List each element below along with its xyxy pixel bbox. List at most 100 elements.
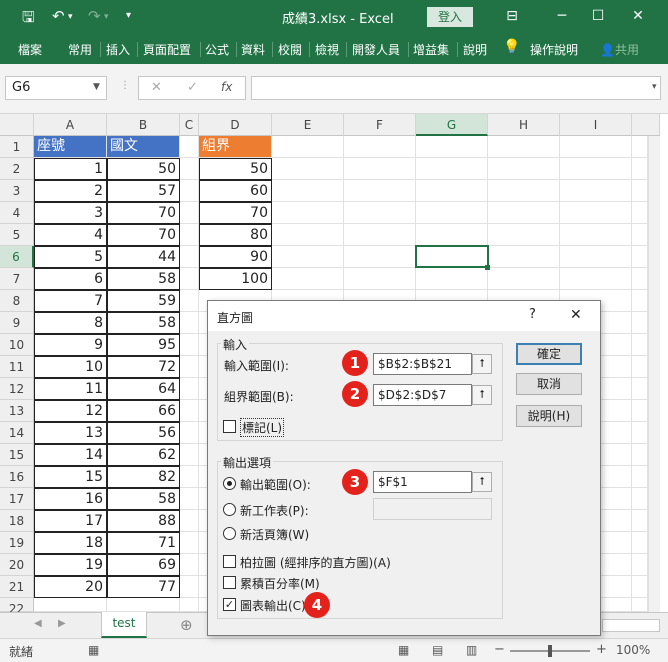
row-header[interactable]: 4 [0,202,34,224]
cell-c5[interactable] [180,224,199,246]
tab-insert[interactable]: 插入 [106,41,130,58]
cell-i5[interactable] [560,224,632,246]
select-all-corner[interactable] [0,114,34,136]
cell-b2[interactable]: 50 [107,158,180,180]
row-header[interactable]: 17 [0,488,34,510]
cell-j16[interactable] [632,466,648,488]
column-header-b[interactable]: B [107,114,180,136]
cell-d4[interactable]: 70 [199,202,272,224]
row-header[interactable]: 21 [0,576,34,598]
cell-c13[interactable] [180,400,199,422]
cell-d6[interactable]: 90 [199,246,272,268]
row-header[interactable]: 9 [0,312,34,334]
cell-b14[interactable]: 56 [107,422,180,444]
cell-c3[interactable] [180,180,199,202]
cell-j7[interactable] [632,268,648,290]
cell-c7[interactable] [180,268,199,290]
cell-b10[interactable]: 95 [107,334,180,356]
cell-j20[interactable] [632,554,648,576]
fill-handle[interactable] [485,265,490,270]
horizontal-scrollbar[interactable] [602,619,660,632]
cell-f4[interactable] [344,202,416,224]
cell-h7[interactable] [488,268,560,290]
cell-e7[interactable] [272,268,344,290]
cell-a10[interactable]: 9 [34,334,107,356]
cell-i2[interactable] [560,158,632,180]
cell-c1[interactable] [180,136,199,158]
cell-a14[interactable]: 13 [34,422,107,444]
cell-a4[interactable]: 3 [34,202,107,224]
cell-g5[interactable] [416,224,488,246]
help-button[interactable]: 說明(H) [516,405,582,427]
cell-i3[interactable] [560,180,632,202]
cell-c20[interactable] [180,554,199,576]
column-header-e[interactable]: E [272,114,344,136]
cell-e5[interactable] [272,224,344,246]
cell-j21[interactable] [632,576,648,598]
row-header[interactable]: 13 [0,400,34,422]
cell-b21[interactable]: 77 [107,576,180,598]
output-range-field[interactable]: $F$1 [373,471,472,493]
cell-b20[interactable]: 69 [107,554,180,576]
cell-a19[interactable]: 18 [34,532,107,554]
cell-a16[interactable]: 15 [34,466,107,488]
cell-h6[interactable] [488,246,560,268]
cell-g3[interactable] [416,180,488,202]
cell-c12[interactable] [180,378,199,400]
cell-h5[interactable] [488,224,560,246]
cell-a21[interactable]: 20 [34,576,107,598]
cell-c8[interactable] [180,290,199,312]
cell-e2[interactable] [272,158,344,180]
undo-icon[interactable]: ↶ [52,7,65,25]
row-header[interactable]: 1 [0,136,34,158]
cell-d1[interactable]: 組界 [199,136,272,158]
input-range-field[interactable]: $B$2:$B$21 [373,353,472,375]
selected-cell-g6[interactable] [415,245,489,268]
accessibility-icon[interactable]: ▦ [88,643,99,657]
undo-dropdown-icon[interactable]: ▾ [68,12,73,22]
cell-b19[interactable]: 71 [107,532,180,554]
cell-a12[interactable]: 11 [34,378,107,400]
cell-j3[interactable] [632,180,648,202]
cell-c18[interactable] [180,510,199,532]
zoom-in-icon[interactable]: + [596,642,607,657]
tab-page-layout[interactable]: 頁面配置 [143,41,191,58]
cell-j4[interactable] [632,202,648,224]
new-worksheet-label[interactable]: 新工作表(P): [240,502,309,519]
row-header[interactable]: 2 [0,158,34,180]
tell-me-search[interactable]: 操作說明 [530,41,578,58]
cell-a7[interactable]: 6 [34,268,107,290]
cell-b22[interactable] [107,598,180,612]
cell-j18[interactable] [632,510,648,532]
cell-e6[interactable] [272,246,344,268]
cell-a3[interactable]: 2 [34,180,107,202]
cell-c14[interactable] [180,422,199,444]
tab-add-ins[interactable]: 增益集 [413,41,449,58]
output-range-radio[interactable] [223,477,236,490]
tab-data[interactable]: 資料 [241,41,265,58]
cell-g7[interactable] [416,268,488,290]
chart-output-checkbox[interactable]: ✓ [223,598,236,611]
collapse-dialog-icon[interactable]: ⭡ [472,354,492,374]
cell-b1[interactable]: 國文 [107,136,180,158]
insert-function-icon[interactable]: fx [221,80,232,94]
cell-f5[interactable] [344,224,416,246]
cell-a2[interactable]: 1 [34,158,107,180]
cumulative-percentage-label[interactable]: 累積百分率(M) [240,575,320,592]
tab-file[interactable]: 檔案 [18,41,42,58]
cell-i6[interactable] [560,246,632,268]
cell-j6[interactable] [632,246,648,268]
column-header-a[interactable]: A [34,114,107,136]
new-workbook-radio[interactable] [223,527,236,540]
column-header-g[interactable]: G [416,114,488,136]
cell-b8[interactable]: 59 [107,290,180,312]
cell-b13[interactable]: 66 [107,400,180,422]
zoom-slider-thumb[interactable] [548,645,552,657]
cell-d3[interactable]: 60 [199,180,272,202]
cell-f1[interactable] [344,136,416,158]
vertical-scrollbar[interactable] [648,136,660,612]
row-header[interactable]: 6 [0,246,34,268]
chevron-down-icon[interactable]: ▼ [93,82,100,92]
new-workbook-label[interactable]: 新活頁簿(W) [240,526,309,543]
cell-c19[interactable] [180,532,199,554]
